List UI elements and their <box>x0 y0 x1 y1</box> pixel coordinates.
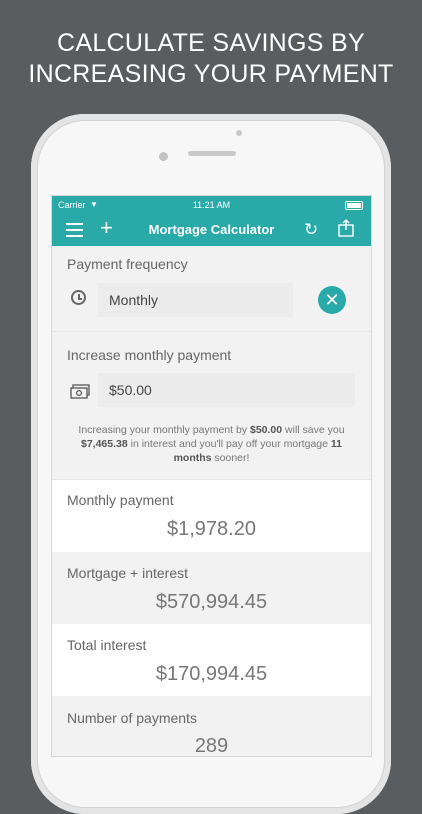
headline: CALCULATE SAVINGS BY INCREASING YOUR PAY… <box>0 28 422 90</box>
headline-line-1: CALCULATE SAVINGS BY <box>57 29 365 57</box>
share-icon[interactable] <box>338 219 354 237</box>
payment-frequency-select[interactable]: Monthly <box>98 283 293 317</box>
clear-button[interactable]: ✕ <box>318 286 346 314</box>
total-interest-value: $170,994.45 <box>155 663 268 685</box>
mortgage-interest-label: Mortgage + interest <box>67 565 189 581</box>
status-time: 11:21 AM <box>192 200 231 210</box>
clock-icon <box>71 290 86 305</box>
number-of-payments-label: Number of payments <box>67 710 197 726</box>
earpiece-speaker <box>188 151 236 156</box>
refresh-icon[interactable]: ↻ <box>304 220 318 240</box>
savings-amount: $7,465.38 <box>80 438 128 450</box>
monthly-payment-row <box>52 480 371 552</box>
page-title: Mortgage Calculator <box>148 222 275 237</box>
mortgage-interest-value: $570,994.45 <box>155 591 268 613</box>
total-interest-label: Total interest <box>67 637 147 653</box>
proximity-sensor <box>236 130 242 136</box>
savings-message: Increasing your monthly payment by $50.0… <box>78 424 345 464</box>
monthly-payment-value: $1,978.20 <box>167 518 256 540</box>
nav-bar: + Mortgage Calculator ↻ <box>52 214 371 246</box>
battery-icon <box>345 201 363 210</box>
money-icon <box>70 384 90 399</box>
headline-line-2: INCREASING YOUR PAYMENT <box>28 60 394 88</box>
increase-payment-input[interactable]: $50.00 <box>98 373 355 407</box>
status-bar: Carrier ▼ 11:21 AM <box>52 196 371 214</box>
front-camera <box>159 152 168 161</box>
increase-payment-label: Increase monthly payment <box>67 347 232 363</box>
monthly-payment-label: Monthly payment <box>67 492 174 508</box>
app-screen: Carrier ▼ 11:21 AM + Mortgage Calculator… <box>52 196 371 756</box>
payment-frequency-label: Payment frequency <box>67 256 188 272</box>
increase-amount: $50.00 <box>250 424 283 436</box>
number-of-payments-value: 289 <box>194 735 229 756</box>
